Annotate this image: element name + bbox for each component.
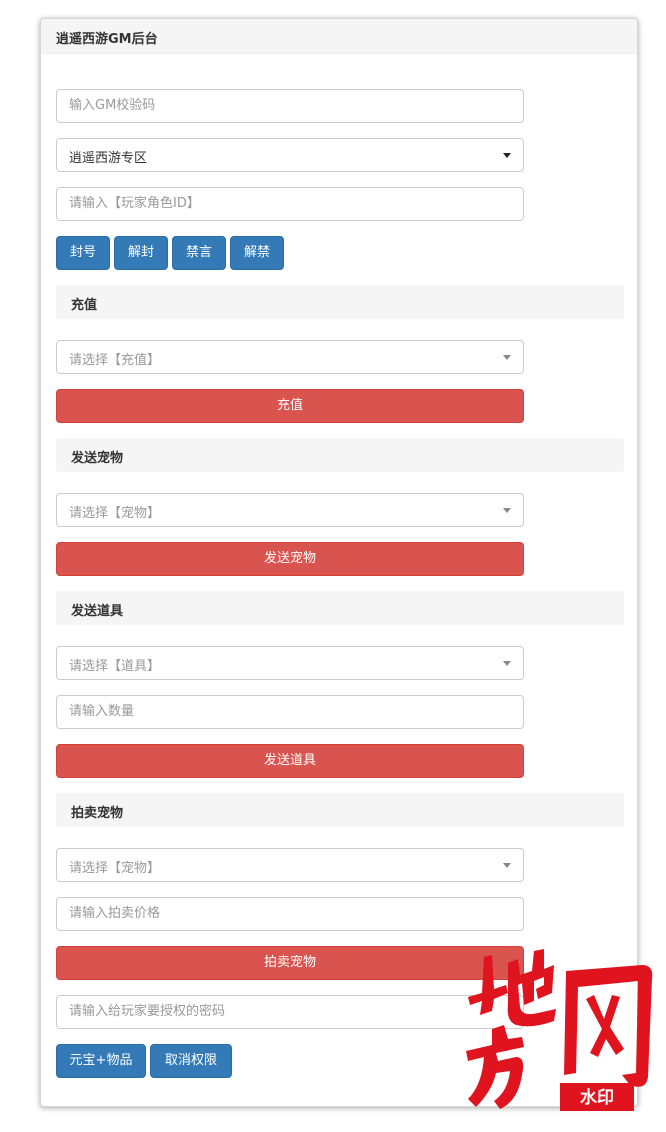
panel-title: 逍遥西游GM后台 [56, 32, 158, 47]
send-item-section-title: 发送道具 [71, 604, 124, 619]
unban-button[interactable]: 解封 [114, 236, 168, 270]
item-select-placeholder: 请选择【道具】 [69, 659, 161, 674]
chevron-down-icon [503, 661, 511, 666]
server-select[interactable]: 逍遥西游专区 [56, 138, 524, 172]
send-pet-button[interactable]: 发送宠物 [56, 542, 524, 576]
watermark-badge-text: 水印 [580, 1087, 614, 1108]
item-select[interactable]: 请选择【道具】 [56, 646, 524, 680]
chevron-down-icon [503, 508, 511, 513]
recharge-select-placeholder: 请选择【充值】 [69, 353, 161, 368]
grant-button[interactable]: 元宝+物品 [56, 1044, 146, 1078]
role-id-placeholder: 请输入【玩家角色ID】 [69, 196, 200, 211]
recharge-button[interactable]: 充值 [56, 389, 524, 423]
ban-button[interactable]: 封号 [56, 236, 110, 270]
auction-pet-select-placeholder: 请选择【宠物】 [69, 861, 161, 876]
send-pet-section-header: 发送宠物 [56, 438, 624, 472]
send-item-button[interactable]: 发送道具 [56, 744, 524, 778]
revoke-button[interactable]: 取消权限 [150, 1044, 232, 1078]
watermark-logo: 水印 [466, 949, 653, 1111]
auction-pet-button[interactable]: 拍卖宠物 [56, 946, 524, 980]
recharge-section-header: 充值 [56, 285, 624, 319]
send-pet-section-title: 发送宠物 [71, 451, 124, 466]
gm-panel: 逍遥西游GM后台 输入GM校验码 逍遥西游专区 请输入【玩家角色ID】 封号 解… [40, 18, 638, 1107]
pet-select[interactable]: 请选择【宠物】 [56, 493, 524, 527]
chevron-down-icon [503, 863, 511, 868]
send-item-section-header: 发送道具 [56, 591, 624, 625]
chevron-down-icon [503, 355, 511, 360]
role-id-input[interactable]: 请输入【玩家角色ID】 [56, 187, 524, 221]
auction-pet-section-title: 拍卖宠物 [71, 806, 124, 821]
unmute-button[interactable]: 解禁 [230, 236, 284, 270]
gm-code-input[interactable]: 输入GM校验码 [56, 89, 524, 123]
quantity-placeholder: 请输入数量 [69, 704, 135, 719]
server-select-value: 逍遥西游专区 [69, 151, 148, 166]
recharge-section-title: 充值 [71, 298, 98, 313]
auction-pet-select[interactable]: 请选择【宠物】 [56, 848, 524, 882]
recharge-select[interactable]: 请选择【充值】 [56, 340, 524, 374]
quantity-input[interactable]: 请输入数量 [56, 695, 524, 729]
gm-code-placeholder: 输入GM校验码 [69, 98, 156, 113]
auction-price-placeholder: 请输入拍卖价格 [69, 906, 161, 921]
auction-price-input[interactable]: 请输入拍卖价格 [56, 897, 524, 931]
chevron-down-icon [503, 153, 511, 158]
auth-password-placeholder: 请输入给玩家要授权的密码 [69, 1004, 226, 1019]
auction-pet-section-header: 拍卖宠物 [56, 793, 624, 827]
mute-button[interactable]: 禁言 [172, 236, 226, 270]
panel-header: 逍遥西游GM后台 [41, 19, 637, 54]
pet-select-placeholder: 请选择【宠物】 [69, 506, 161, 521]
auth-password-input[interactable]: 请输入给玩家要授权的密码 [56, 995, 524, 1029]
